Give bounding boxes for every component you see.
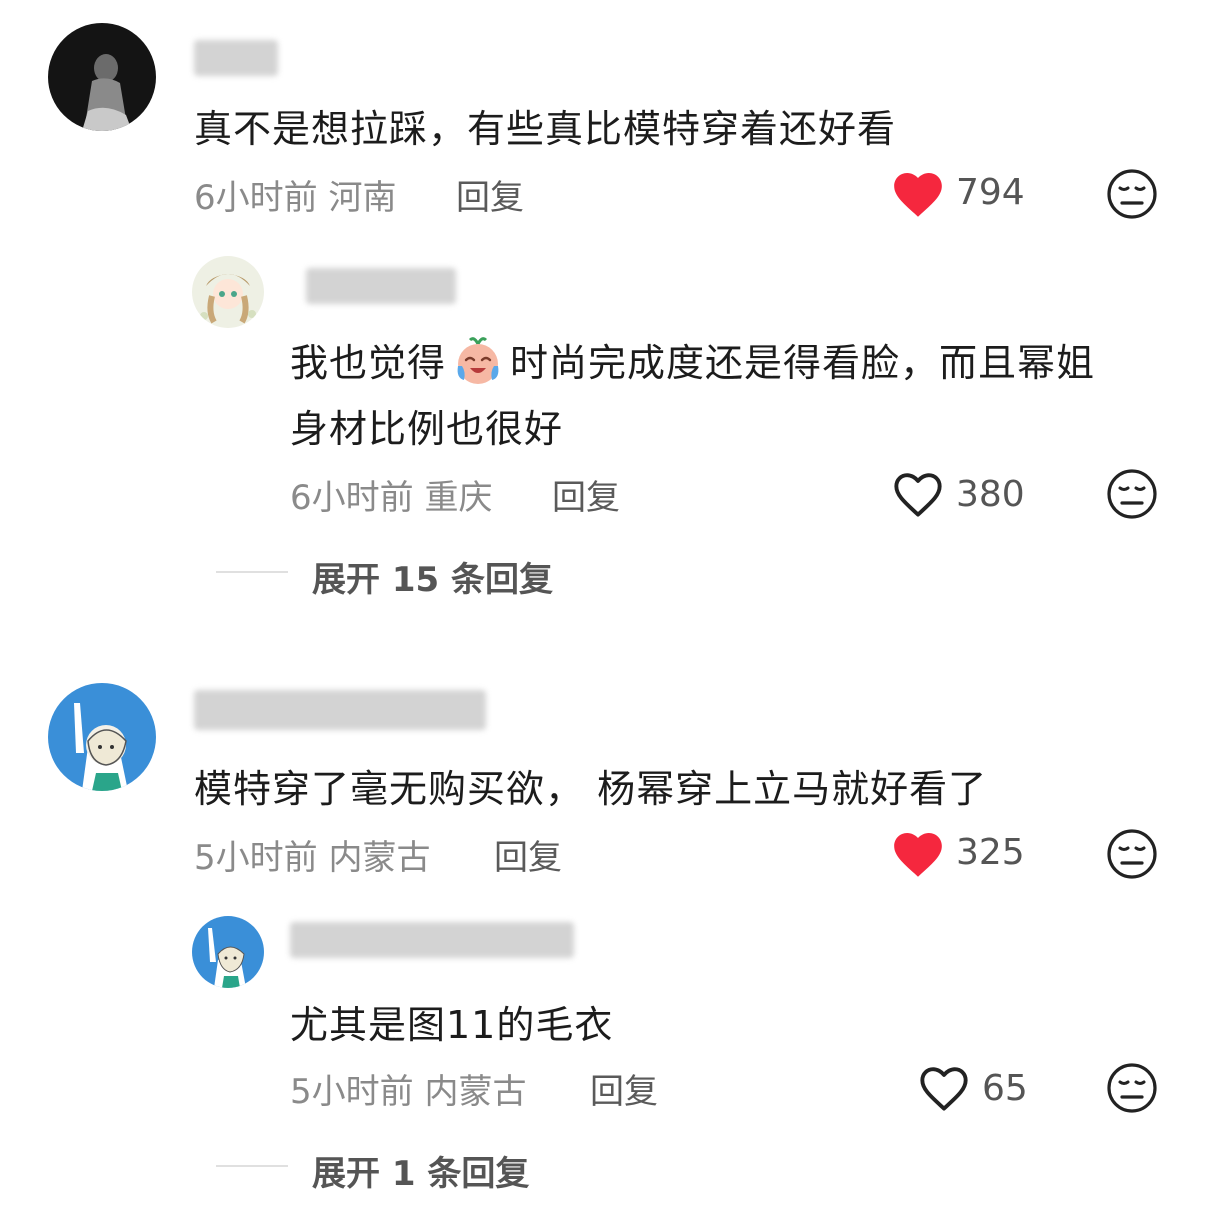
- crying-laughing-emoji: [452, 334, 504, 395]
- heart-filled-icon[interactable]: [892, 830, 944, 882]
- expand-replies-button[interactable]: 展开 1 条回复: [312, 1146, 529, 1195]
- avatar[interactable]: [48, 23, 156, 131]
- meh-face-icon[interactable]: [1106, 1062, 1158, 1118]
- meh-face-icon[interactable]: [1106, 168, 1158, 224]
- avatar[interactable]: [48, 683, 156, 791]
- reply-button[interactable]: 回复: [552, 470, 620, 519]
- comment-text: 真不是想拉踩，有些真比模特穿着还好看: [194, 107, 897, 151]
- reply-username-redacted[interactable]: [290, 922, 574, 958]
- meh-face-icon[interactable]: [1106, 828, 1158, 884]
- heart-filled-icon[interactable]: [892, 170, 944, 222]
- reply-avatar[interactable]: [192, 256, 264, 328]
- heart-outline-icon[interactable]: [918, 1064, 970, 1116]
- reply-avatar[interactable]: [192, 916, 264, 988]
- comment-text: 模特穿了毫无购买欲， 杨幂穿上立马就好看了: [194, 767, 988, 811]
- expand-replies-button[interactable]: 展开 15 条回复: [312, 552, 553, 601]
- reply-time-location: 5小时前 内蒙古: [290, 1072, 527, 1112]
- comment-time-location: 5小时前 内蒙古: [194, 838, 431, 878]
- reply-time-location: 6小时前 重庆: [290, 478, 493, 518]
- divider-line: [216, 1165, 288, 1167]
- reply-username-redacted[interactable]: [306, 268, 456, 304]
- reply-text-after-emoji: 时尚完成度还是得看脸，而且幂姐: [510, 341, 1096, 385]
- divider-line: [216, 571, 288, 573]
- reply-text-line2: 身材比例也很好: [290, 407, 564, 451]
- like-count: 380: [956, 474, 1025, 515]
- like-count: 65: [982, 1068, 1028, 1109]
- like-count: 794: [956, 172, 1025, 213]
- reply-text: 尤其是图11的毛衣: [290, 1003, 614, 1047]
- username-redacted[interactable]: [194, 690, 486, 730]
- reply-button[interactable]: 回复: [456, 170, 524, 219]
- reply-button[interactable]: 回复: [494, 830, 562, 879]
- username-redacted[interactable]: [194, 40, 278, 76]
- meh-face-icon[interactable]: [1106, 468, 1158, 524]
- like-count: 325: [956, 832, 1025, 873]
- reply-text-line1: 我也觉得 时尚完成度还是得看脸，而且幂姐: [290, 332, 1095, 395]
- reply-button[interactable]: 回复: [590, 1064, 658, 1113]
- heart-outline-icon[interactable]: [892, 470, 944, 522]
- reply-text-before-emoji: 我也觉得: [290, 341, 447, 385]
- comment-time-location: 6小时前 河南: [194, 178, 397, 218]
